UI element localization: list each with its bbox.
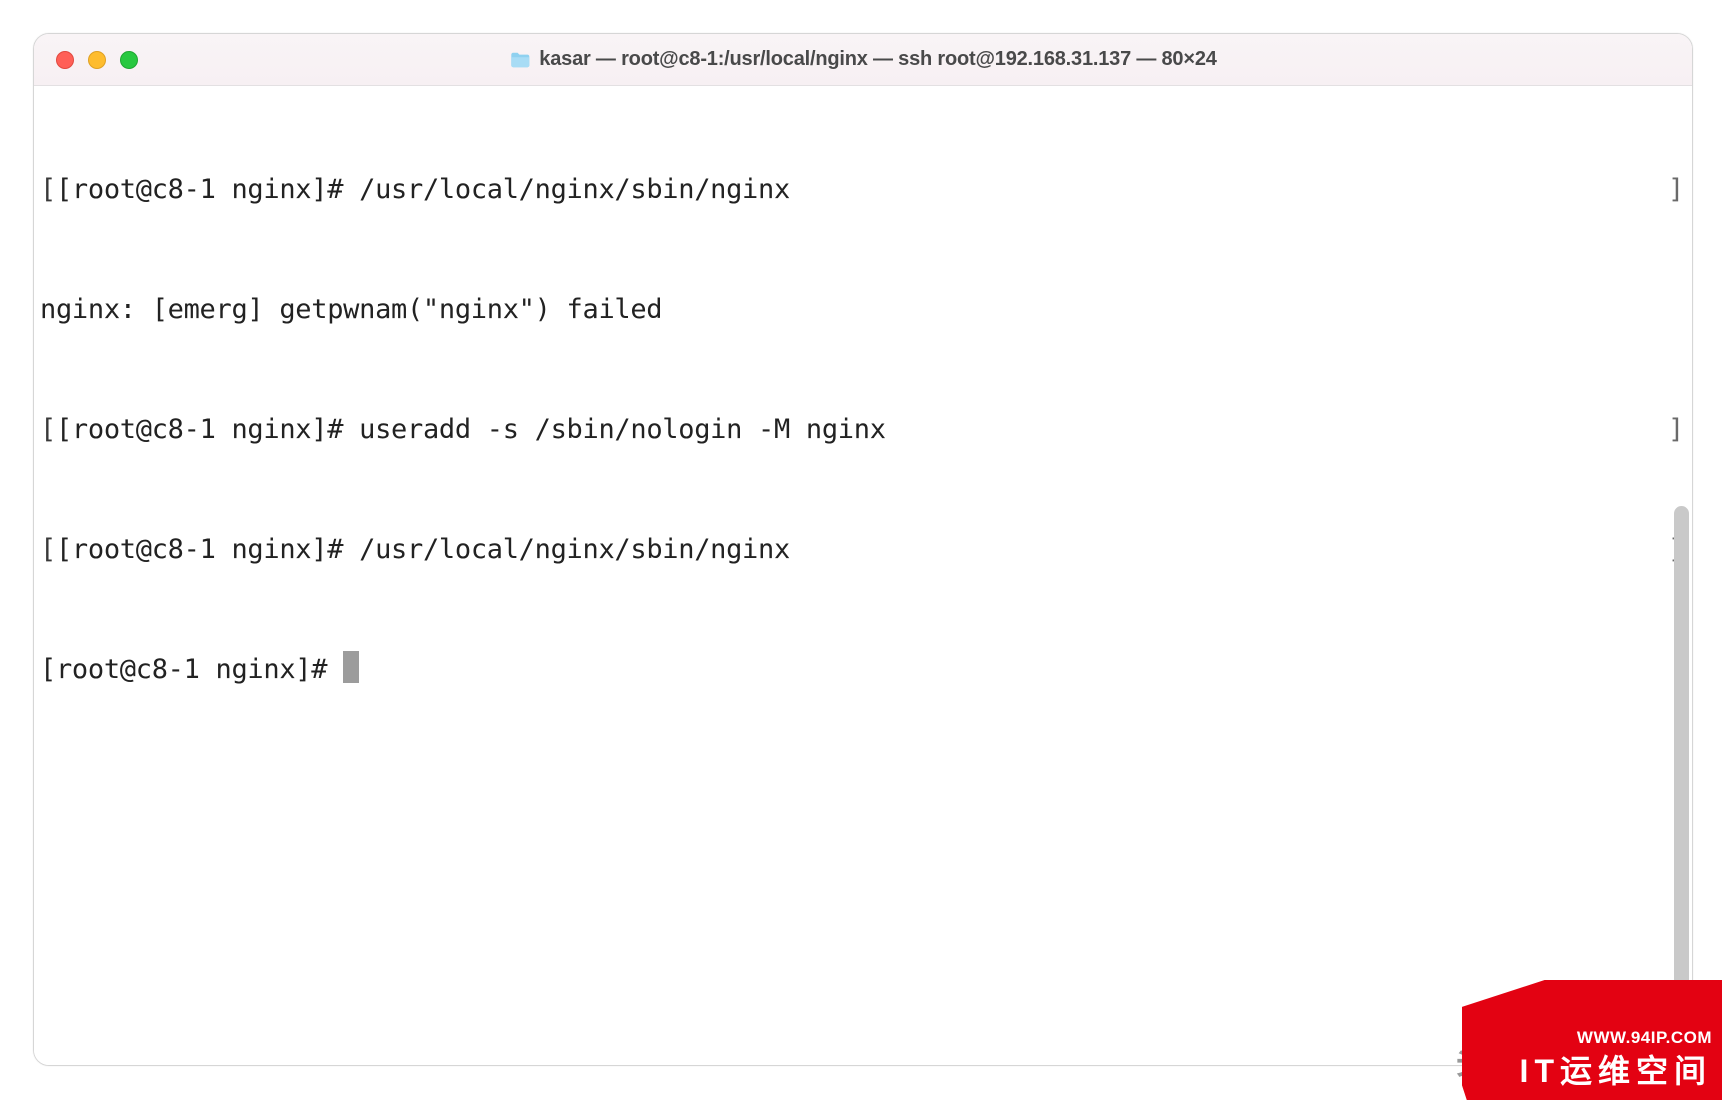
terminal-line-cursor: [root@c8-1 nginx]# xyxy=(34,650,1692,690)
command-text: /usr/local/nginx/sbin/nginx xyxy=(359,534,790,565)
prompt: [root@c8-1 nginx]# xyxy=(56,174,359,205)
terminal-output: nginx: [emerg] getpwnam("nginx") failed xyxy=(34,290,1692,330)
terminal-line: [[root@c8-1 nginx]# useradd -s /sbin/nol… xyxy=(34,410,1692,450)
command-text: useradd -s /sbin/nologin -M nginx xyxy=(359,414,886,445)
prompt: [root@c8-1 nginx]# xyxy=(40,654,343,685)
maximize-button[interactable] xyxy=(120,51,138,69)
traffic-lights xyxy=(34,51,138,69)
corner-url: WWW.94IP.COM xyxy=(1577,1028,1712,1048)
bracket-left: [ xyxy=(40,534,56,565)
terminal-line: [[root@c8-1 nginx]# /usr/local/nginx/sbi… xyxy=(34,530,1692,570)
folder-icon xyxy=(509,51,531,69)
prompt: [root@c8-1 nginx]# xyxy=(56,534,359,565)
titlebar[interactable]: kasar — root@c8-1:/usr/local/nginx — ssh… xyxy=(34,34,1692,86)
cursor xyxy=(343,651,359,683)
prompt: [root@c8-1 nginx]# xyxy=(56,414,359,445)
corner-badge: WWW.94IP.COM IT运维空间 xyxy=(1462,980,1722,1100)
bracket-left: [ xyxy=(40,174,56,205)
bracket-left: [ xyxy=(40,414,56,445)
minimize-button[interactable] xyxy=(88,51,106,69)
window-title-wrap: kasar — root@c8-1:/usr/local/nginx — ssh… xyxy=(509,48,1216,71)
terminal-line: [[root@c8-1 nginx]# /usr/local/nginx/sbi… xyxy=(34,170,1692,210)
terminal-window: kasar — root@c8-1:/usr/local/nginx — ssh… xyxy=(33,33,1693,1066)
command-text: /usr/local/nginx/sbin/nginx xyxy=(359,174,790,205)
terminal-body[interactable]: [[root@c8-1 nginx]# /usr/local/nginx/sbi… xyxy=(34,86,1692,1065)
close-button[interactable] xyxy=(56,51,74,69)
window-title: kasar — root@c8-1:/usr/local/nginx — ssh… xyxy=(539,48,1216,71)
scrollbar-track[interactable] xyxy=(1672,86,1690,1065)
corner-title: IT运维空间 xyxy=(1520,1046,1712,1092)
